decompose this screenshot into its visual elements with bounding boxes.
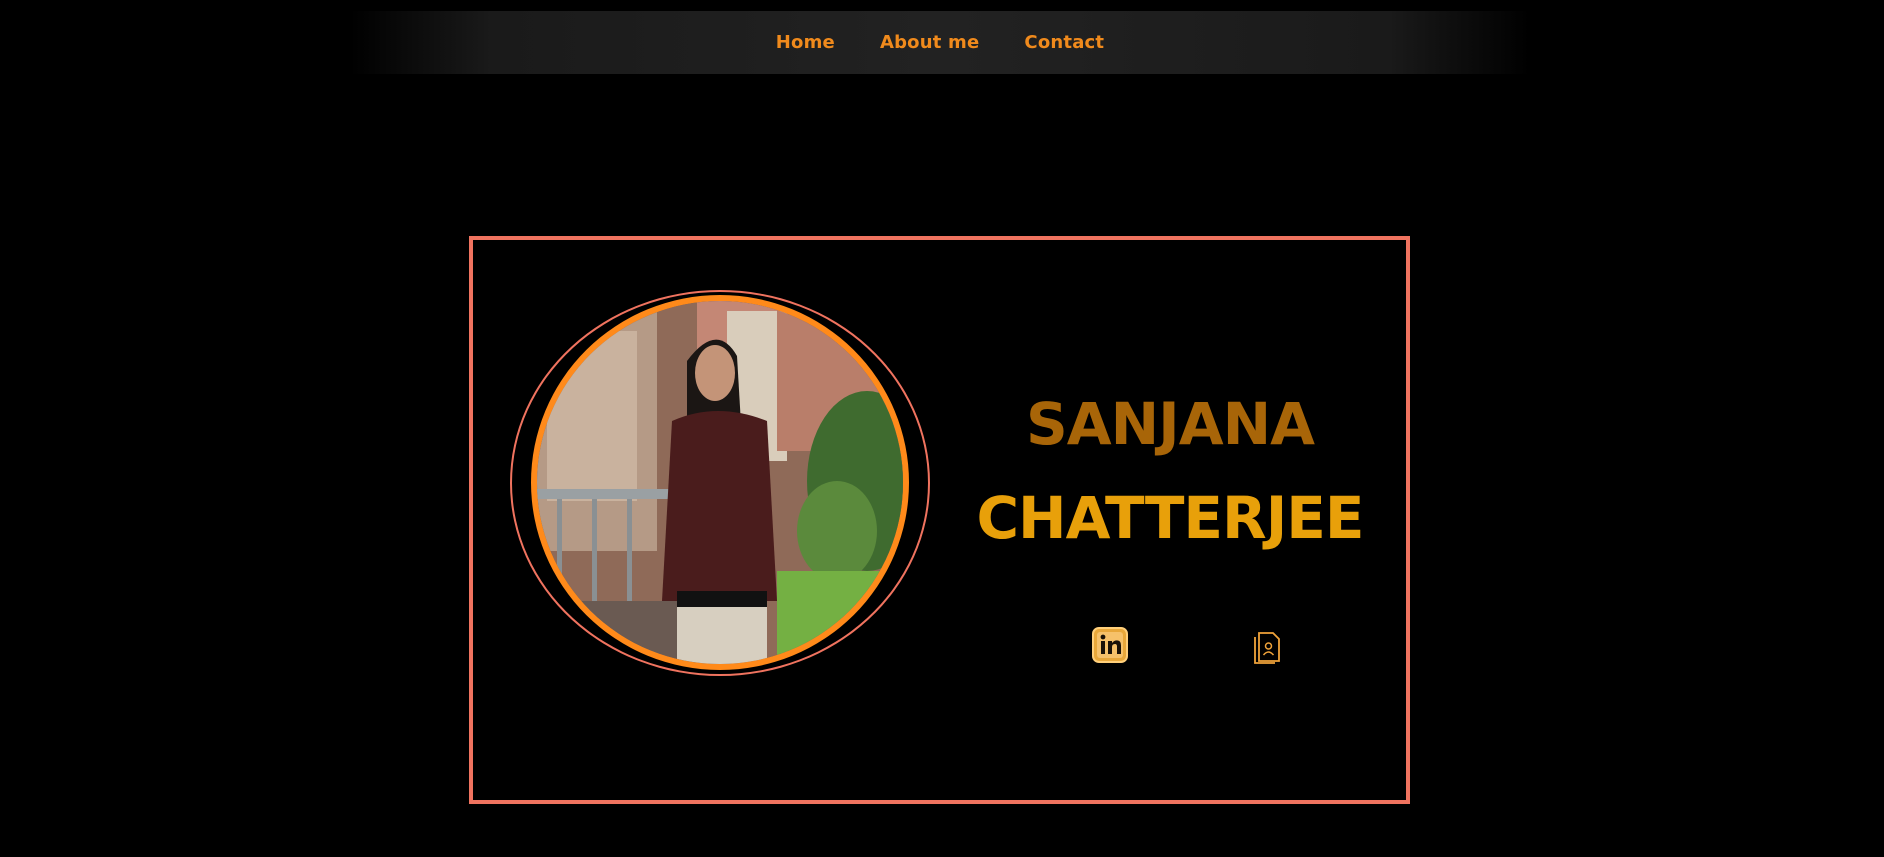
resume-icon[interactable] [1253, 629, 1283, 665]
nav-about-link[interactable]: About me [880, 32, 979, 53]
linkedin-icon[interactable] [1092, 627, 1128, 663]
hero-first-name: SANJANA [1025, 390, 1315, 458]
nav-home-link[interactable]: Home [776, 32, 835, 53]
top-navbar: Home About me Contact [350, 11, 1530, 74]
profile-photo [531, 295, 909, 670]
hero-last-name: CHATTERJEE [976, 484, 1364, 552]
nav-contact-link[interactable]: Contact [1024, 32, 1104, 53]
